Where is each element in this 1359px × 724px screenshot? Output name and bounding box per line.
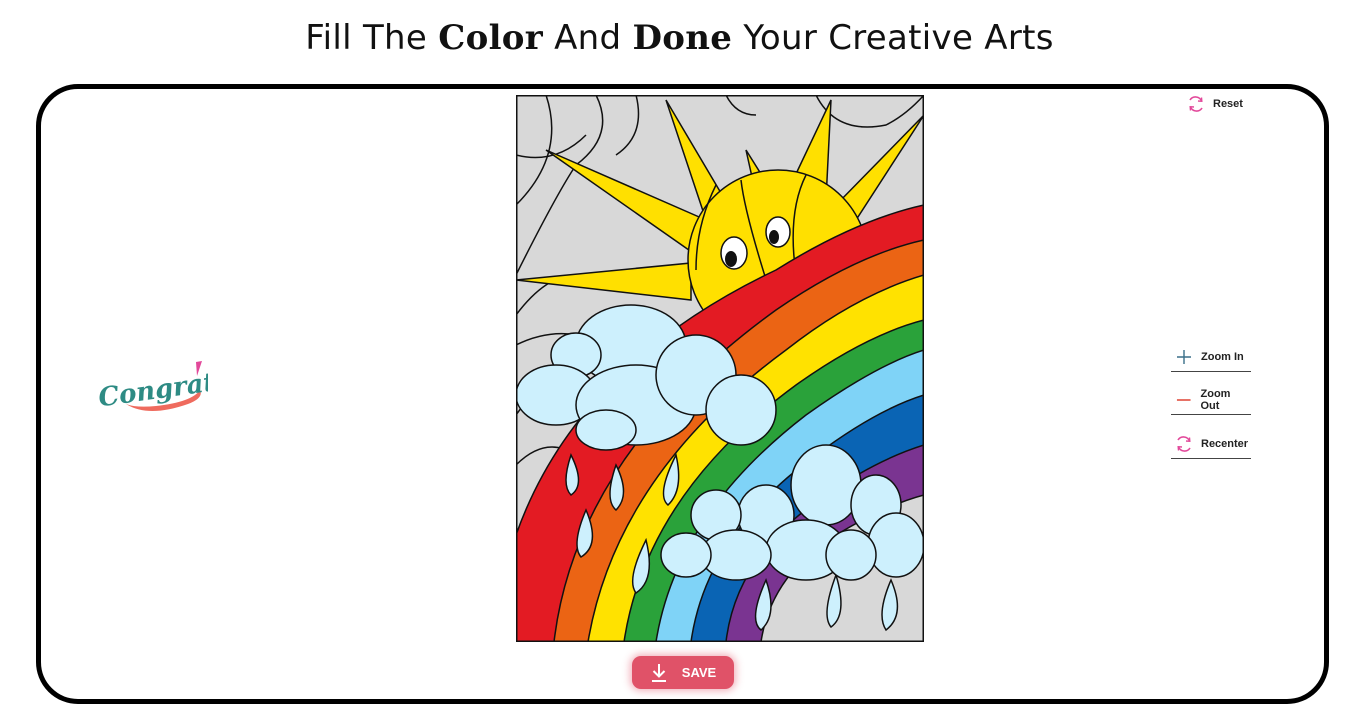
minus-icon <box>1176 398 1191 401</box>
title-part-1: Fill The <box>305 18 439 58</box>
page-title: Fill The Color And Done Your Creative Ar… <box>0 18 1359 58</box>
zoom-in-button[interactable]: Zoom In <box>1171 342 1251 372</box>
zoom-in-label: Zoom In <box>1201 350 1244 363</box>
refresh-icon <box>1189 96 1203 112</box>
zoom-out-label: Zoom Out <box>1200 387 1231 412</box>
recenter-button[interactable]: Recenter <box>1171 429 1251 459</box>
reset-button[interactable]: Reset <box>1187 94 1243 114</box>
save-label: SAVE <box>681 665 717 680</box>
congrats-sticker: Congrats! <box>97 361 208 414</box>
recenter-label: Recenter <box>1201 437 1249 450</box>
zoom-out-button[interactable]: Zoom Out <box>1171 385 1251 415</box>
title-bold-done: Done <box>632 18 733 58</box>
download-icon <box>651 663 666 682</box>
coloring-artwork[interactable] <box>516 95 924 642</box>
reset-label: Reset <box>1213 98 1243 110</box>
plus-icon <box>1177 349 1191 364</box>
save-button[interactable]: SAVE <box>632 656 734 689</box>
title-part-3: Your Creative Arts <box>732 18 1054 58</box>
sticker-text: Congrats! <box>97 364 208 414</box>
refresh-icon <box>1177 435 1191 452</box>
title-bold-color: Color <box>438 18 543 58</box>
title-part-2: And <box>542 18 633 58</box>
